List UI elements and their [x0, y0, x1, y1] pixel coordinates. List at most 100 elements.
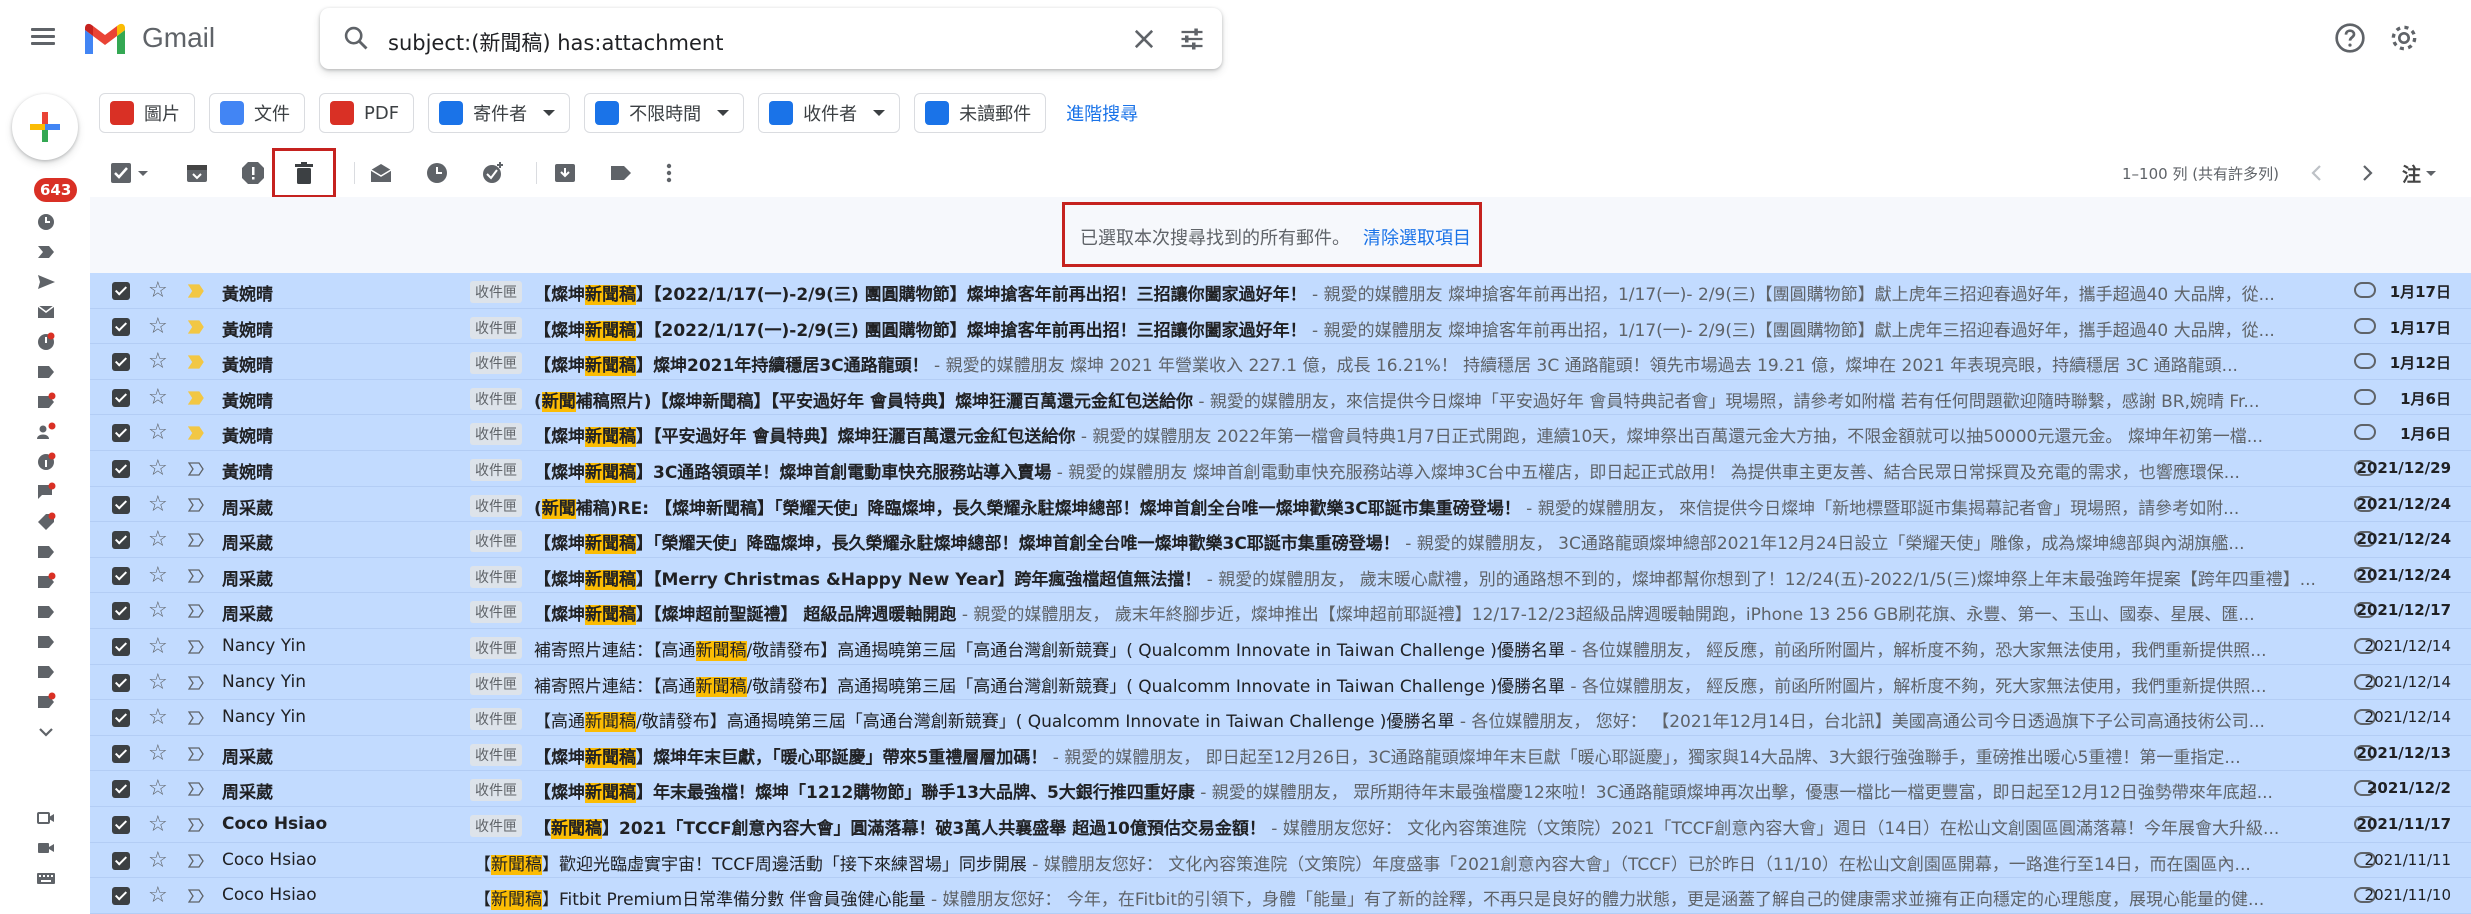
- star-icon[interactable]: ☆: [148, 456, 168, 481]
- importance-marker-icon[interactable]: [188, 604, 204, 618]
- inbox-label-chip[interactable]: 收件匣: [470, 814, 522, 837]
- promotions-icon[interactable]: [36, 512, 56, 532]
- row-checkbox[interactable]: [112, 388, 130, 407]
- meet-video-icon[interactable]: [36, 808, 56, 828]
- filter-chip-unread-mail[interactable]: 未讀郵件: [914, 93, 1047, 133]
- email-row[interactable]: ☆ 周采葳 收件匣 【燦坤新聞稿】燦坤年末巨獻，「暖心耶誕慶」帶來5重禮層層加碼！ -…: [90, 735, 2471, 772]
- inbox-label-chip[interactable]: 收件匣: [470, 565, 522, 588]
- inbox-label-chip[interactable]: 收件匣: [470, 530, 522, 553]
- filter-chip-doc[interactable]: 文件: [209, 93, 305, 133]
- star-icon[interactable]: ☆: [148, 670, 168, 695]
- importance-marker-icon[interactable]: [188, 747, 204, 761]
- importance-marker-icon[interactable]: [188, 391, 204, 405]
- label-icon[interactable]: [36, 662, 56, 682]
- star-icon[interactable]: ☆: [148, 598, 168, 623]
- importance-marker-icon[interactable]: [188, 533, 204, 547]
- all-mail-icon[interactable]: [36, 302, 56, 322]
- star-icon[interactable]: ☆: [148, 634, 168, 659]
- expand-more-icon[interactable]: [36, 722, 56, 742]
- inbox-label-chip[interactable]: 收件匣: [470, 458, 522, 481]
- meet-join-icon[interactable]: [36, 838, 56, 858]
- email-row[interactable]: ☆ Nancy Yin 收件匣 【高通新聞稿/敬請發布】高通揭曉第三屆「高通台灣創新競…: [90, 700, 2471, 736]
- label-icon[interactable]: [36, 602, 56, 622]
- inbox-label-chip[interactable]: 收件匣: [470, 352, 522, 375]
- clear-search-icon[interactable]: [1130, 25, 1158, 53]
- more-options-icon[interactable]: [664, 160, 674, 186]
- importance-marker-icon[interactable]: [188, 853, 204, 868]
- star-icon[interactable]: ☆: [148, 492, 168, 517]
- compose-button[interactable]: [12, 94, 78, 160]
- select-dropdown-icon[interactable]: [136, 160, 150, 186]
- archive-icon[interactable]: [184, 160, 210, 186]
- importance-marker-icon[interactable]: [188, 319, 204, 334]
- star-icon[interactable]: ☆: [148, 812, 168, 837]
- chevron-left-icon[interactable]: [2304, 160, 2330, 186]
- importance-marker-icon[interactable]: [188, 711, 204, 725]
- inbox-label-chip[interactable]: 收件匣: [470, 636, 522, 659]
- label-alert-icon[interactable]: [36, 392, 56, 412]
- keyboard-icon[interactable]: [36, 868, 56, 888]
- star-icon[interactable]: ☆: [148, 527, 168, 552]
- star-icon[interactable]: ☆: [148, 741, 168, 766]
- email-row[interactable]: ☆ 黃婉晴 收件匣 【燦坤新聞稿】【2022/1/17(一)-2/9(三) 團圓購物節…: [90, 273, 2471, 309]
- filter-chip-pdf[interactable]: PDF: [319, 93, 415, 133]
- move-to-icon[interactable]: [552, 160, 578, 186]
- star-icon[interactable]: ☆: [148, 420, 168, 445]
- email-row[interactable]: ☆ Nancy Yin 收件匣 補寄照片連結：【高通新聞稿/敬請發布】高通揭曉第三屆「…: [90, 664, 2471, 701]
- row-checkbox[interactable]: [112, 673, 130, 692]
- help-icon[interactable]: [2334, 22, 2366, 54]
- inbox-label-chip[interactable]: 收件匣: [470, 423, 522, 446]
- row-checkbox[interactable]: [112, 780, 130, 799]
- star-icon[interactable]: ☆: [148, 278, 168, 303]
- importance-marker-icon[interactable]: [188, 462, 204, 476]
- search-options-icon[interactable]: [1178, 25, 1206, 53]
- filter-chip-send[interactable]: 收件者: [758, 93, 901, 133]
- importance-marker-icon[interactable]: [188, 284, 204, 298]
- star-icon[interactable]: ☆: [148, 883, 168, 908]
- filter-chip-person[interactable]: 寄件者: [428, 93, 571, 133]
- gear-icon[interactable]: [2388, 22, 2420, 54]
- email-row[interactable]: ☆ 周采葳 收件匣 【燦坤新聞稿】【Merry Christmas &Happy Ne…: [90, 557, 2471, 594]
- row-checkbox[interactable]: [112, 602, 130, 621]
- row-checkbox[interactable]: [112, 424, 130, 443]
- filter-chip-calendar[interactable]: 不限時間: [584, 93, 745, 133]
- inbox-label-chip[interactable]: 收件匣: [470, 708, 522, 731]
- email-row[interactable]: ☆ 黃婉晴 收件匣 【燦坤新聞稿】3C通路領頭羊！燦坤首創電動車快充服務站導入賣場 -…: [90, 450, 2471, 487]
- gmail-logo[interactable]: Gmail: [82, 20, 215, 56]
- label-icon[interactable]: [36, 542, 56, 562]
- row-checkbox[interactable]: [112, 709, 130, 728]
- inbox-label-chip[interactable]: 收件匣: [470, 779, 522, 802]
- importance-marker-icon[interactable]: [188, 782, 204, 796]
- email-row[interactable]: ☆ 周采葳 收件匣 【燦坤新聞稿】「榮耀天使」降臨燦坤，長久榮耀永駐燦坤總部！燦坤首創…: [90, 522, 2471, 558]
- row-checkbox[interactable]: [112, 353, 130, 372]
- input-tools-button[interactable]: 注: [2402, 160, 2421, 187]
- email-row[interactable]: ☆ 周采葳 收件匣 【燦坤新聞稿】年末最強檔！燦坤「1212購物節」聯手13大品牌、5…: [90, 771, 2471, 807]
- star-icon[interactable]: ☆: [148, 776, 168, 801]
- snooze-icon[interactable]: [424, 160, 450, 186]
- row-checkbox[interactable]: [112, 317, 130, 336]
- row-checkbox[interactable]: [112, 744, 130, 763]
- inbox-unread-badge[interactable]: 643: [34, 178, 78, 202]
- row-checkbox[interactable]: [112, 459, 130, 478]
- inbox-label-chip[interactable]: 收件匣: [470, 494, 522, 517]
- inbox-label-chip[interactable]: 收件匣: [470, 387, 522, 410]
- social-icon[interactable]: [36, 422, 56, 442]
- row-checkbox[interactable]: [112, 531, 130, 550]
- row-checkbox[interactable]: [112, 495, 130, 514]
- spam-icon[interactable]: [36, 332, 56, 352]
- label-alert-icon[interactable]: [36, 692, 56, 712]
- important-icon[interactable]: [36, 242, 56, 262]
- email-row[interactable]: ☆ 周采葳 收件匣 (新聞補稿)RE: 【燦坤新聞稿】「榮耀天使」降臨燦坤，長久榮耀永…: [90, 486, 2471, 523]
- email-row[interactable]: ☆ Coco Hsiao 【新聞稿】Fitbit Premium日常準備分數 伴會員…: [90, 878, 2471, 914]
- inbox-label-chip[interactable]: 收件匣: [470, 316, 522, 339]
- importance-marker-icon[interactable]: [188, 818, 204, 832]
- search-icon[interactable]: [342, 24, 370, 52]
- inbox-label-chip[interactable]: 收件匣: [470, 601, 522, 624]
- row-checkbox[interactable]: [112, 851, 130, 870]
- clock-icon[interactable]: [36, 212, 56, 232]
- label-alert-icon[interactable]: [36, 572, 56, 592]
- sent-icon[interactable]: [36, 272, 56, 292]
- inbox-label-chip[interactable]: 收件匣: [470, 281, 522, 303]
- importance-marker-icon[interactable]: [188, 497, 204, 512]
- email-row[interactable]: ☆ 黃婉晴 收件匣 【燦坤新聞稿】燦坤2021年持續穩居3C通路龍頭！ - 親愛的媒體…: [90, 344, 2471, 380]
